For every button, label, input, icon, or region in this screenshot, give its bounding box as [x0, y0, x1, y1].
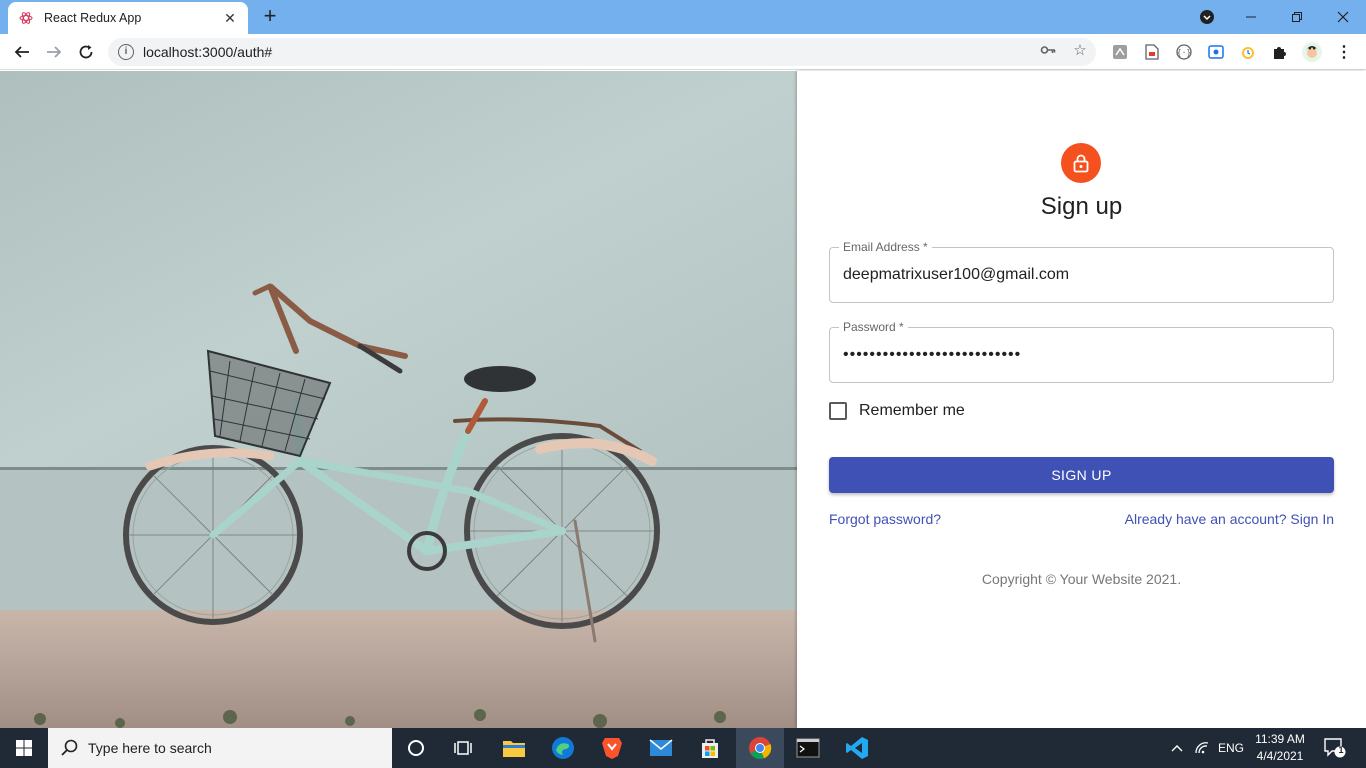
site-info-icon[interactable]: i	[118, 44, 134, 60]
edge-icon[interactable]	[539, 728, 587, 768]
reload-icon[interactable]	[74, 40, 98, 64]
back-icon[interactable]	[10, 40, 34, 64]
chrome-icon[interactable]	[736, 728, 784, 768]
remember-me-checkbox[interactable]: Remember me	[829, 402, 965, 420]
tab-search-icon[interactable]	[1194, 0, 1220, 34]
browser-toolbar: i localhost:3000/auth# ☆ {·} ⋮	[0, 34, 1366, 70]
task-view-icon[interactable]	[440, 728, 488, 768]
taskbar-search-box[interactable]: Type here to search	[48, 728, 392, 768]
notification-count: 1	[1338, 745, 1344, 755]
tab-close-icon[interactable]: ✕	[222, 10, 238, 27]
email-field[interactable]: Email Address * deepmatrixuser100@gmail.…	[829, 240, 1334, 303]
forward-icon[interactable]	[42, 40, 66, 64]
extension-screen-icon[interactable]	[1206, 42, 1226, 62]
copyright-text: Copyright © Your Website 2021.	[981, 571, 1182, 587]
sign-up-button[interactable]: SIGN UP	[829, 457, 1334, 493]
email-input[interactable]: deepmatrixuser100@gmail.com	[843, 266, 1069, 284]
browser-menu-icon[interactable]: ⋮	[1334, 42, 1354, 62]
extension-code-icon[interactable]: {·}	[1174, 42, 1194, 62]
file-explorer-icon[interactable]	[490, 728, 538, 768]
language-indicator[interactable]: ENG	[1214, 728, 1248, 768]
key-icon[interactable]	[1036, 38, 1060, 62]
tab-title: React Redux App	[44, 11, 142, 25]
react-favicon-icon	[18, 10, 34, 26]
svg-text:{·}: {·}	[1177, 48, 1191, 57]
checkbox-icon[interactable]	[829, 402, 847, 420]
page-title: Sign up	[1040, 193, 1123, 220]
vscode-icon[interactable]	[833, 728, 881, 768]
browser-tab-bar: React Redux App ✕ +	[0, 0, 1366, 34]
new-tab-button[interactable]: +	[258, 4, 282, 28]
address-url: localhost:3000/auth#	[143, 44, 273, 60]
taskbar-clock[interactable]: 11:39 AM 4/4/2021	[1250, 731, 1310, 765]
address-bar[interactable]: i localhost:3000/auth#	[108, 38, 1096, 66]
taskbar: Type here to search ENG 11:39 AM 4/4/202…	[0, 728, 1366, 768]
terminal-icon[interactable]	[784, 728, 832, 768]
profile-avatar-icon[interactable]	[1302, 42, 1322, 62]
lock-icon	[1073, 154, 1089, 173]
show-hidden-icons-icon[interactable]	[1166, 728, 1188, 768]
mail-icon[interactable]	[637, 728, 685, 768]
extension-timer-icon[interactable]	[1238, 42, 1258, 62]
search-placeholder: Type here to search	[88, 740, 212, 756]
close-window-icon[interactable]	[1320, 0, 1366, 34]
minimize-icon[interactable]	[1228, 0, 1274, 34]
clock-time: 11:39 AM	[1255, 732, 1305, 746]
cortana-icon[interactable]	[392, 728, 440, 768]
remember-me-label: Remember me	[859, 402, 965, 419]
password-input[interactable]: •••••••••••••••••••••••••••	[843, 346, 1021, 364]
wifi-icon[interactable]	[1191, 728, 1213, 768]
notification-center-icon[interactable]: 1	[1320, 728, 1350, 768]
forgot-password-link[interactable]: Forgot password?	[829, 511, 941, 527]
bookmark-star-icon[interactable]: ☆	[1068, 38, 1092, 62]
hero-bicycle-image	[0, 71, 797, 728]
windows-start-icon[interactable]	[0, 728, 48, 768]
email-label: Email Address *	[839, 240, 932, 254]
password-field[interactable]: Password * •••••••••••••••••••••••••••	[829, 320, 1334, 383]
extensions-puzzle-icon[interactable]	[1270, 42, 1290, 62]
clock-date: 4/4/2021	[1256, 749, 1304, 763]
password-label: Password *	[839, 320, 908, 334]
search-icon	[60, 738, 80, 761]
microsoft-store-icon[interactable]	[686, 728, 734, 768]
extension-document-icon[interactable]	[1142, 42, 1162, 62]
extension-pdf-icon[interactable]	[1110, 42, 1130, 62]
signup-panel: Sign up Email Address * deepmatrixuser10…	[797, 71, 1366, 728]
browser-tab[interactable]: React Redux App ✕	[8, 2, 248, 34]
brave-icon[interactable]	[588, 728, 636, 768]
lock-avatar	[1061, 143, 1101, 183]
sign-in-link[interactable]: Already have an account? Sign In	[1125, 511, 1334, 527]
restore-icon[interactable]	[1274, 0, 1320, 34]
